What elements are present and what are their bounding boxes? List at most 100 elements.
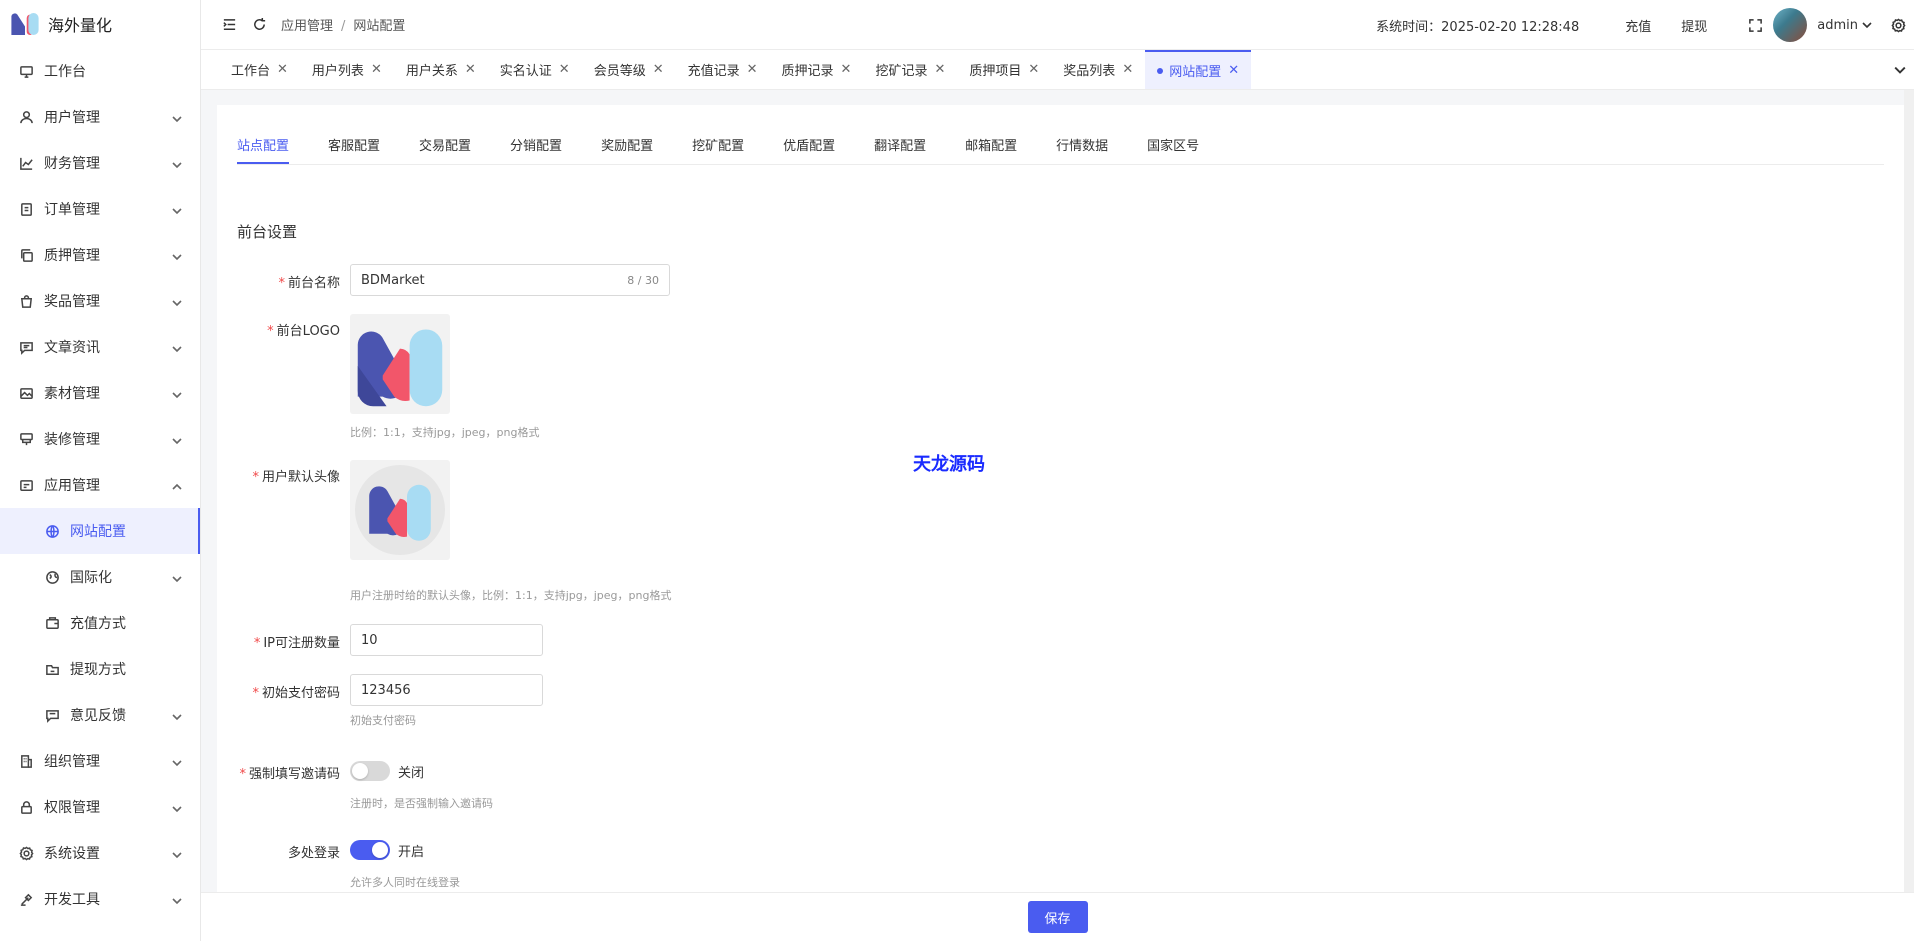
- active-dot: [1157, 67, 1164, 74]
- pay-password-label: 初始支付密码: [261, 686, 340, 701]
- close-icon[interactable]: ✕: [1228, 63, 1239, 78]
- avatar-label: 用户默认头像: [261, 470, 340, 485]
- multi-login-toggle[interactable]: [350, 840, 390, 860]
- sidebar-item-7[interactable]: 素材管理: [0, 370, 200, 416]
- sidebar-item-1[interactable]: 用户管理: [0, 94, 200, 140]
- close-icon[interactable]: ✕: [653, 62, 664, 77]
- avatar[interactable]: [1773, 8, 1808, 42]
- sidebar-item-label: 素材管理: [44, 386, 100, 402]
- config-tab-7[interactable]: 翻译配置: [874, 135, 926, 164]
- site-name-input[interactable]: BDMarket 8 / 30: [350, 264, 670, 296]
- tab-4[interactable]: 会员等级 ✕: [582, 50, 676, 89]
- recharge-link[interactable]: 充值: [1625, 16, 1651, 35]
- scrollbar[interactable]: [1904, 90, 1914, 892]
- tab-2[interactable]: 用户关系 ✕: [394, 50, 488, 89]
- chevron-down-icon: [172, 710, 182, 721]
- tabs-more-icon[interactable]: [1892, 62, 1908, 78]
- brush-icon: [18, 431, 34, 447]
- pay-password-hint: 初始支付密码: [350, 714, 416, 727]
- sidebar-item-9[interactable]: 应用管理: [0, 462, 200, 508]
- config-tab-9[interactable]: 行情数据: [1056, 135, 1108, 164]
- tab-1[interactable]: 用户列表 ✕: [300, 50, 394, 89]
- logo-upload[interactable]: [350, 314, 450, 414]
- tab-5[interactable]: 充值记录 ✕: [676, 50, 770, 89]
- save-button[interactable]: 保存: [1027, 901, 1088, 933]
- sidebar-item-8[interactable]: 装修管理: [0, 416, 200, 462]
- close-icon[interactable]: ✕: [934, 62, 945, 77]
- pay-password-input[interactable]: 123456: [350, 674, 543, 706]
- sidebar-item-13[interactable]: 提现方式: [0, 646, 200, 692]
- sidebar-item-18[interactable]: 开发工具: [0, 876, 200, 922]
- logo-preview: [357, 329, 443, 407]
- lock-icon: [18, 799, 34, 815]
- image-icon: [18, 385, 34, 401]
- form-row-avatar: * 用户默认头像 用户注册时给的默认头像，比例：1:1，支持jpg，jpeg，pn…: [237, 460, 671, 603]
- chevron-down-icon[interactable]: [1862, 17, 1872, 33]
- avatar-upload[interactable]: [350, 460, 450, 560]
- sidebar-item-label: 质押管理: [44, 248, 100, 264]
- sidebar-item-15[interactable]: 组织管理: [0, 738, 200, 784]
- chart-icon: [18, 155, 34, 171]
- refresh-icon[interactable]: [251, 17, 267, 33]
- config-tab-4[interactable]: 奖励配置: [601, 135, 653, 164]
- sidebar-item-0[interactable]: 工作台: [0, 48, 200, 94]
- close-icon[interactable]: ✕: [1122, 62, 1133, 77]
- sidebar-item-label: 工作台: [44, 64, 86, 80]
- menu-fold-icon[interactable]: [221, 17, 237, 33]
- sidebar-item-4[interactable]: 质押管理: [0, 232, 200, 278]
- international-icon: [44, 569, 60, 585]
- sidebar-item-16[interactable]: 权限管理: [0, 784, 200, 830]
- sidebar-item-label: 网站配置: [70, 524, 126, 540]
- close-icon[interactable]: ✕: [747, 62, 758, 77]
- tab-0[interactable]: 工作台 ✕: [219, 50, 300, 89]
- close-icon[interactable]: ✕: [559, 62, 570, 77]
- app-logo[interactable]: 海外量化: [0, 0, 200, 48]
- form-row-site-name: * 前台名称 BDMarket 8 / 30: [237, 264, 670, 296]
- config-tab-2[interactable]: 交易配置: [419, 135, 471, 164]
- sidebar-item-2[interactable]: 财务管理: [0, 140, 200, 186]
- sidebar-item-6[interactable]: 文章资讯: [0, 324, 200, 370]
- user-icon: [18, 109, 34, 125]
- config-tab-3[interactable]: 分销配置: [510, 135, 562, 164]
- fullscreen-icon[interactable]: [1747, 17, 1763, 33]
- breadcrumb-item[interactable]: 应用管理: [281, 19, 333, 34]
- sidebar-item-14[interactable]: 意见反馈: [0, 692, 200, 738]
- sidebar-item-5[interactable]: 奖品管理: [0, 278, 200, 324]
- force-invite-toggle[interactable]: [350, 761, 390, 781]
- gear-icon[interactable]: [1890, 17, 1906, 33]
- sidebar-item-10[interactable]: 网站配置: [0, 508, 200, 554]
- config-tab-1[interactable]: 客服配置: [328, 135, 380, 164]
- close-icon[interactable]: ✕: [841, 62, 852, 77]
- tab-3[interactable]: 实名认证 ✕: [488, 50, 582, 89]
- user-name[interactable]: admin: [1817, 18, 1858, 33]
- tab-label: 会员等级: [593, 64, 646, 79]
- chevron-up-icon: [172, 480, 182, 490]
- config-tab-6[interactable]: 优盾配置: [783, 135, 835, 164]
- config-tab-10[interactable]: 国家区号: [1147, 135, 1199, 164]
- ip-limit-input[interactable]: 10: [350, 624, 543, 656]
- tab-10[interactable]: 网站配置 ✕: [1145, 50, 1252, 89]
- config-tab-8[interactable]: 邮箱配置: [965, 135, 1017, 164]
- chevron-down-icon: [172, 158, 182, 169]
- multi-login-label: 多处登录: [287, 846, 340, 861]
- withdraw-link[interactable]: 提现: [1681, 16, 1707, 35]
- close-icon[interactable]: ✕: [465, 62, 476, 77]
- close-icon[interactable]: ✕: [277, 62, 288, 77]
- close-icon[interactable]: ✕: [371, 62, 382, 77]
- tab-9[interactable]: 奖品列表 ✕: [1051, 50, 1145, 89]
- ip-limit-value: 10: [361, 632, 378, 648]
- tab-6[interactable]: 质押记录 ✕: [770, 50, 864, 89]
- close-icon[interactable]: ✕: [1028, 62, 1039, 77]
- tab-8[interactable]: 质押项目 ✕: [957, 50, 1051, 89]
- sidebar-item-3[interactable]: 订单管理: [0, 186, 200, 232]
- tool-icon: [18, 891, 34, 907]
- sidebar-item-11[interactable]: 国际化: [0, 554, 200, 600]
- config-tab-0[interactable]: 站点配置: [237, 135, 290, 164]
- sidebar-item-12[interactable]: 充值方式: [0, 600, 200, 646]
- config-tab-5[interactable]: 挖矿配置: [692, 135, 744, 164]
- tab-7[interactable]: 挖矿记录 ✕: [863, 50, 957, 89]
- sidebar-item-label: 用户管理: [44, 110, 100, 126]
- sidebar-item-17[interactable]: 系统设置: [0, 830, 200, 876]
- config-tabs: 站点配置 客服配置 交易配置 分销配置 奖励配置 挖矿配置 优盾配置 翻译配置 邮箱配置 行情数据…: [237, 105, 1884, 165]
- tab-label: 实名认证: [499, 64, 552, 79]
